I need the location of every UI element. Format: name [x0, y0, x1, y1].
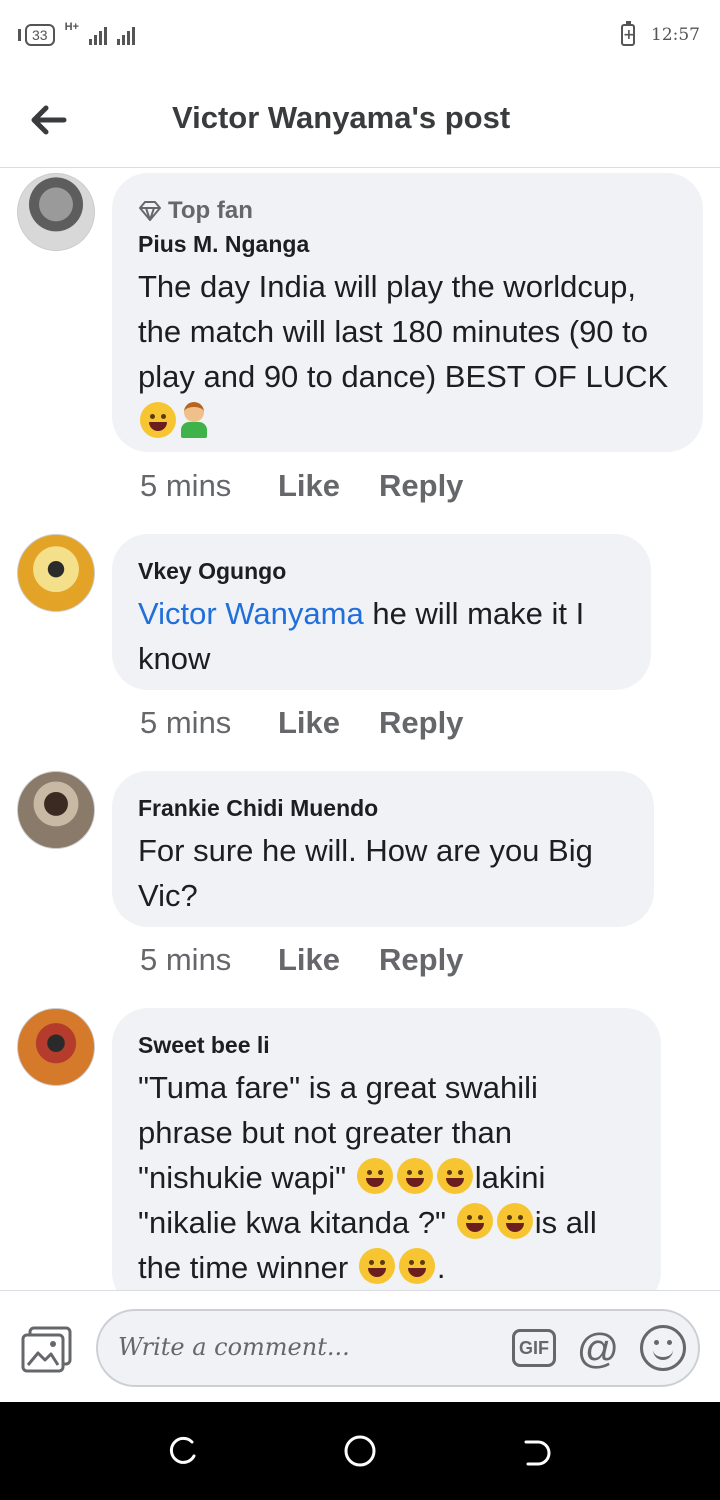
header: Victor Wanyama's post	[0, 72, 720, 168]
comment-input[interactable]: Write a comment... GIF @	[96, 1309, 700, 1387]
laughing-emoji	[496, 1203, 533, 1239]
reply-button[interactable]: Reply	[379, 942, 463, 978]
person-raising-hand-emoji	[178, 402, 208, 438]
notification-badge: 33	[18, 24, 55, 46]
comment-bubble[interactable]: Sweet bee li "Tuma fare" is a great swah…	[112, 1008, 661, 1290]
avatar[interactable]	[17, 1008, 95, 1086]
comment-text: For sure he will. How are you Big Vic?	[138, 833, 593, 913]
comment-time[interactable]: 5 mins	[140, 942, 278, 978]
signal-icon	[88, 25, 107, 45]
recent-apps-icon[interactable]	[166, 1434, 200, 1468]
home-icon[interactable]	[343, 1434, 377, 1468]
comment-time[interactable]: 5 mins	[140, 705, 278, 741]
mention-icon[interactable]: @	[574, 1325, 622, 1373]
yum-emoji	[396, 1158, 433, 1194]
avatar[interactable]	[17, 534, 95, 612]
comment-text: Victor Wanyama he will make it I know	[138, 596, 585, 676]
mention-link[interactable]: Victor Wanyama	[138, 596, 364, 631]
like-button[interactable]: Like	[278, 942, 379, 978]
clock: 12:57	[651, 25, 700, 45]
diamond-icon	[139, 201, 161, 221]
comment-text: "Tuma fare" is a great swahili phrase bu…	[138, 1070, 597, 1285]
comment-time[interactable]: 5 mins	[140, 468, 278, 504]
comment-author[interactable]: Pius M. Nganga	[138, 231, 677, 258]
comment-text: The day India will play the worldcup, th…	[138, 264, 677, 444]
like-button[interactable]: Like	[278, 468, 379, 504]
rofl-emoji	[140, 402, 176, 438]
comment-list: Top fan Pius M. Nganga The day India wil…	[0, 168, 720, 1290]
comment-actions: 5 mins Like Reply	[140, 942, 463, 978]
emoji-icon[interactable]	[640, 1325, 686, 1371]
comment-bubble[interactable]: Top fan Pius M. Nganga The day India wil…	[112, 173, 703, 452]
comment-author[interactable]: Frankie Chidi Muendo	[138, 795, 628, 822]
top-fan-badge: Top fan	[138, 197, 677, 225]
winking-tongue-emoji	[398, 1248, 435, 1284]
battery-icon: +	[621, 21, 635, 46]
comment-bubble[interactable]: Frankie Chidi Muendo For sure he will. H…	[112, 771, 654, 927]
comment-author[interactable]: Sweet bee li	[138, 1032, 635, 1059]
back-icon[interactable]	[520, 1434, 554, 1468]
photo-icon[interactable]	[20, 1325, 74, 1373]
winking-tongue-emoji	[356, 1158, 393, 1194]
avatar[interactable]	[17, 173, 95, 251]
comment-composer: Write a comment... GIF @	[0, 1290, 720, 1402]
like-button[interactable]: Like	[278, 705, 379, 741]
smiling-emoji	[436, 1158, 473, 1194]
comment-bubble[interactable]: Vkey Ogungo Victor Wanyama he will make …	[112, 534, 651, 690]
laughing-emoji	[456, 1203, 493, 1239]
network-type: H+	[64, 21, 79, 33]
comment-author[interactable]: Vkey Ogungo	[138, 558, 625, 585]
page-title: Victor Wanyama's post	[172, 100, 511, 135]
reply-button[interactable]: Reply	[379, 705, 463, 741]
comment-placeholder: Write a comment...	[118, 1333, 350, 1361]
avatar[interactable]	[17, 771, 95, 849]
gif-icon[interactable]: GIF	[512, 1329, 556, 1367]
reply-button[interactable]: Reply	[379, 468, 463, 504]
comment-actions: 5 mins Like Reply	[140, 705, 463, 741]
signal-icon-2	[116, 25, 135, 45]
back-arrow-icon[interactable]	[28, 100, 68, 140]
status-bar: 33 H+ + 12:57	[0, 0, 720, 72]
grinning-emoji	[358, 1248, 395, 1284]
navigation-bar	[0, 1402, 720, 1500]
comment-actions: 5 mins Like Reply	[140, 468, 463, 504]
